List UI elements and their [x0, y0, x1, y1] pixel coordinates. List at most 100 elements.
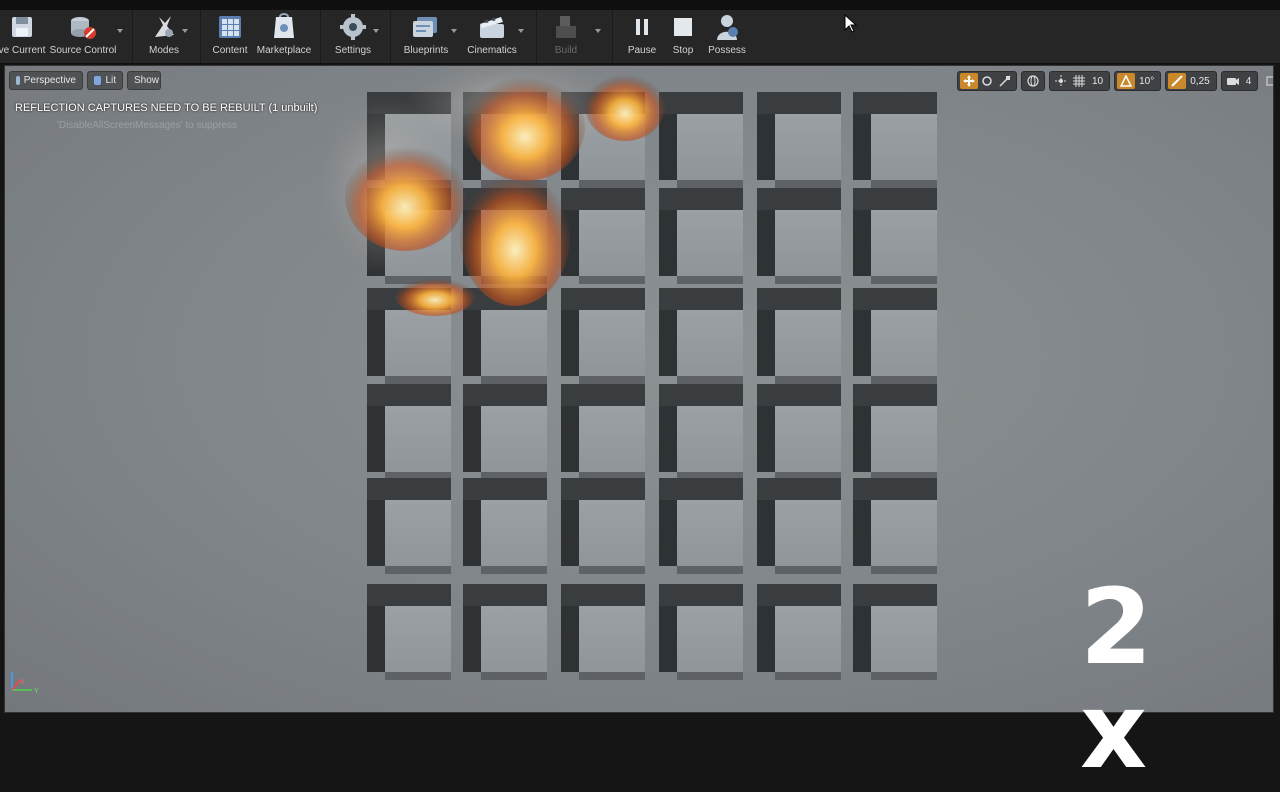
save-current-button[interactable]: ve Current [0, 12, 45, 60]
scene-cube[interactable] [367, 478, 451, 574]
scene-cube[interactable] [659, 92, 743, 188]
rotation-snap-icon[interactable] [1117, 73, 1136, 89]
rotate-icon[interactable] [978, 73, 996, 89]
title-strip [0, 0, 1280, 10]
scene-cube[interactable] [757, 384, 841, 480]
scene-cube[interactable] [367, 584, 451, 680]
cube-shadow [579, 672, 645, 680]
cube-shadow [463, 384, 547, 406]
scene-cube[interactable] [659, 478, 743, 574]
cube-shadow [579, 566, 645, 574]
scene-cube[interactable] [561, 188, 645, 284]
build-dropdown[interactable] [595, 29, 601, 33]
scene-cube[interactable] [853, 478, 937, 574]
cube-shadow [367, 310, 385, 376]
lit-label: Lit [105, 75, 116, 86]
marketplace-button[interactable]: Marketplace [256, 12, 312, 60]
cube-shadow [367, 92, 451, 114]
scene-cube[interactable] [463, 384, 547, 480]
scene-cube[interactable] [853, 584, 937, 680]
possess-button[interactable]: Possess [706, 12, 748, 60]
grid-snap-icon[interactable] [1070, 73, 1088, 89]
toolbar-divider [390, 10, 391, 63]
scale-snap-icon[interactable] [1168, 73, 1187, 89]
scene-cube[interactable] [367, 384, 451, 480]
scene-cube[interactable] [367, 188, 451, 284]
build-button[interactable]: Build [548, 12, 584, 60]
cube-shadow [659, 406, 677, 472]
scene-cube[interactable] [367, 288, 451, 384]
source-control-button[interactable]: Source Control [50, 12, 116, 60]
globe-icon[interactable] [1024, 73, 1042, 89]
cinematics-button[interactable]: Cinematics [466, 12, 518, 60]
content-button[interactable]: Content [210, 12, 250, 60]
scene-cube[interactable] [561, 92, 645, 188]
scene-cube[interactable] [561, 288, 645, 384]
rotation-snap-value[interactable]: 10° [1135, 76, 1158, 87]
axis-gizmo: X Y [11, 672, 39, 695]
source-control-dropdown[interactable] [117, 29, 123, 33]
scene-cube[interactable] [367, 92, 451, 188]
scene-cube[interactable] [463, 188, 547, 284]
scene-cube[interactable] [757, 288, 841, 384]
lit-button[interactable]: Lit [87, 71, 123, 90]
pause-button[interactable]: Pause [624, 12, 660, 60]
scene-cube[interactable] [757, 92, 841, 188]
cube-shadow [367, 384, 451, 406]
scene-cube[interactable] [757, 478, 841, 574]
cinematics-dropdown[interactable] [518, 29, 524, 33]
cube-shadow [561, 478, 645, 500]
cube-shadow [385, 672, 451, 680]
scene-cube[interactable] [853, 92, 937, 188]
cube-shadow [463, 584, 547, 606]
scene-cube[interactable] [659, 584, 743, 680]
content-icon [215, 12, 245, 42]
cube-shadow [579, 276, 645, 284]
cube-shadow [853, 92, 937, 114]
scene-cube[interactable] [853, 384, 937, 480]
cube-shadow [561, 288, 645, 310]
world-local-group [1021, 71, 1045, 91]
translate-icon[interactable] [960, 73, 978, 89]
scene-cube[interactable] [659, 384, 743, 480]
scene-cube[interactable] [561, 384, 645, 480]
blueprints-icon [411, 12, 441, 42]
scene-cube[interactable] [757, 188, 841, 284]
grid-snap-value[interactable]: 10 [1088, 76, 1107, 87]
scene-cube[interactable] [463, 92, 547, 188]
maximize-viewport-icon[interactable] [1262, 73, 1273, 89]
settings-dropdown[interactable] [373, 29, 379, 33]
cube-shadow [677, 566, 743, 574]
blueprints-button[interactable]: Blueprints [402, 12, 450, 60]
cube-shadow [385, 376, 451, 384]
modes-button[interactable]: Modes [144, 12, 184, 60]
scene-cube[interactable] [463, 288, 547, 384]
scene-cube[interactable] [853, 288, 937, 384]
perspective-button[interactable]: Perspective [9, 71, 83, 90]
scene-cube[interactable] [463, 584, 547, 680]
blueprints-dropdown[interactable] [451, 29, 457, 33]
cube-shadow [561, 606, 579, 672]
cube-shadow [677, 180, 743, 188]
modes-dropdown[interactable] [182, 29, 188, 33]
scene-cube[interactable] [561, 584, 645, 680]
show-button[interactable]: Show [127, 71, 161, 90]
scene-cube[interactable] [659, 188, 743, 284]
scene-cube[interactable] [463, 478, 547, 574]
cube-shadow [659, 310, 677, 376]
cube-shadow [385, 566, 451, 574]
scene-cube[interactable] [757, 584, 841, 680]
scale-snap-value[interactable]: 0,25 [1186, 76, 1213, 87]
scene-cube[interactable] [561, 478, 645, 574]
cube-shadow [757, 584, 841, 606]
scene-cube[interactable] [659, 288, 743, 384]
cube-shadow [463, 406, 481, 472]
cube-shadow [367, 288, 451, 310]
stop-button[interactable]: Stop [666, 12, 700, 60]
scene-cube[interactable] [853, 188, 937, 284]
scale-icon[interactable] [996, 73, 1014, 89]
camera-speed-value[interactable]: 4 [1242, 76, 1256, 87]
surface-snap-icon[interactable] [1052, 73, 1070, 89]
camera-speed-icon[interactable] [1224, 73, 1242, 89]
settings-button[interactable]: Settings [332, 12, 374, 60]
